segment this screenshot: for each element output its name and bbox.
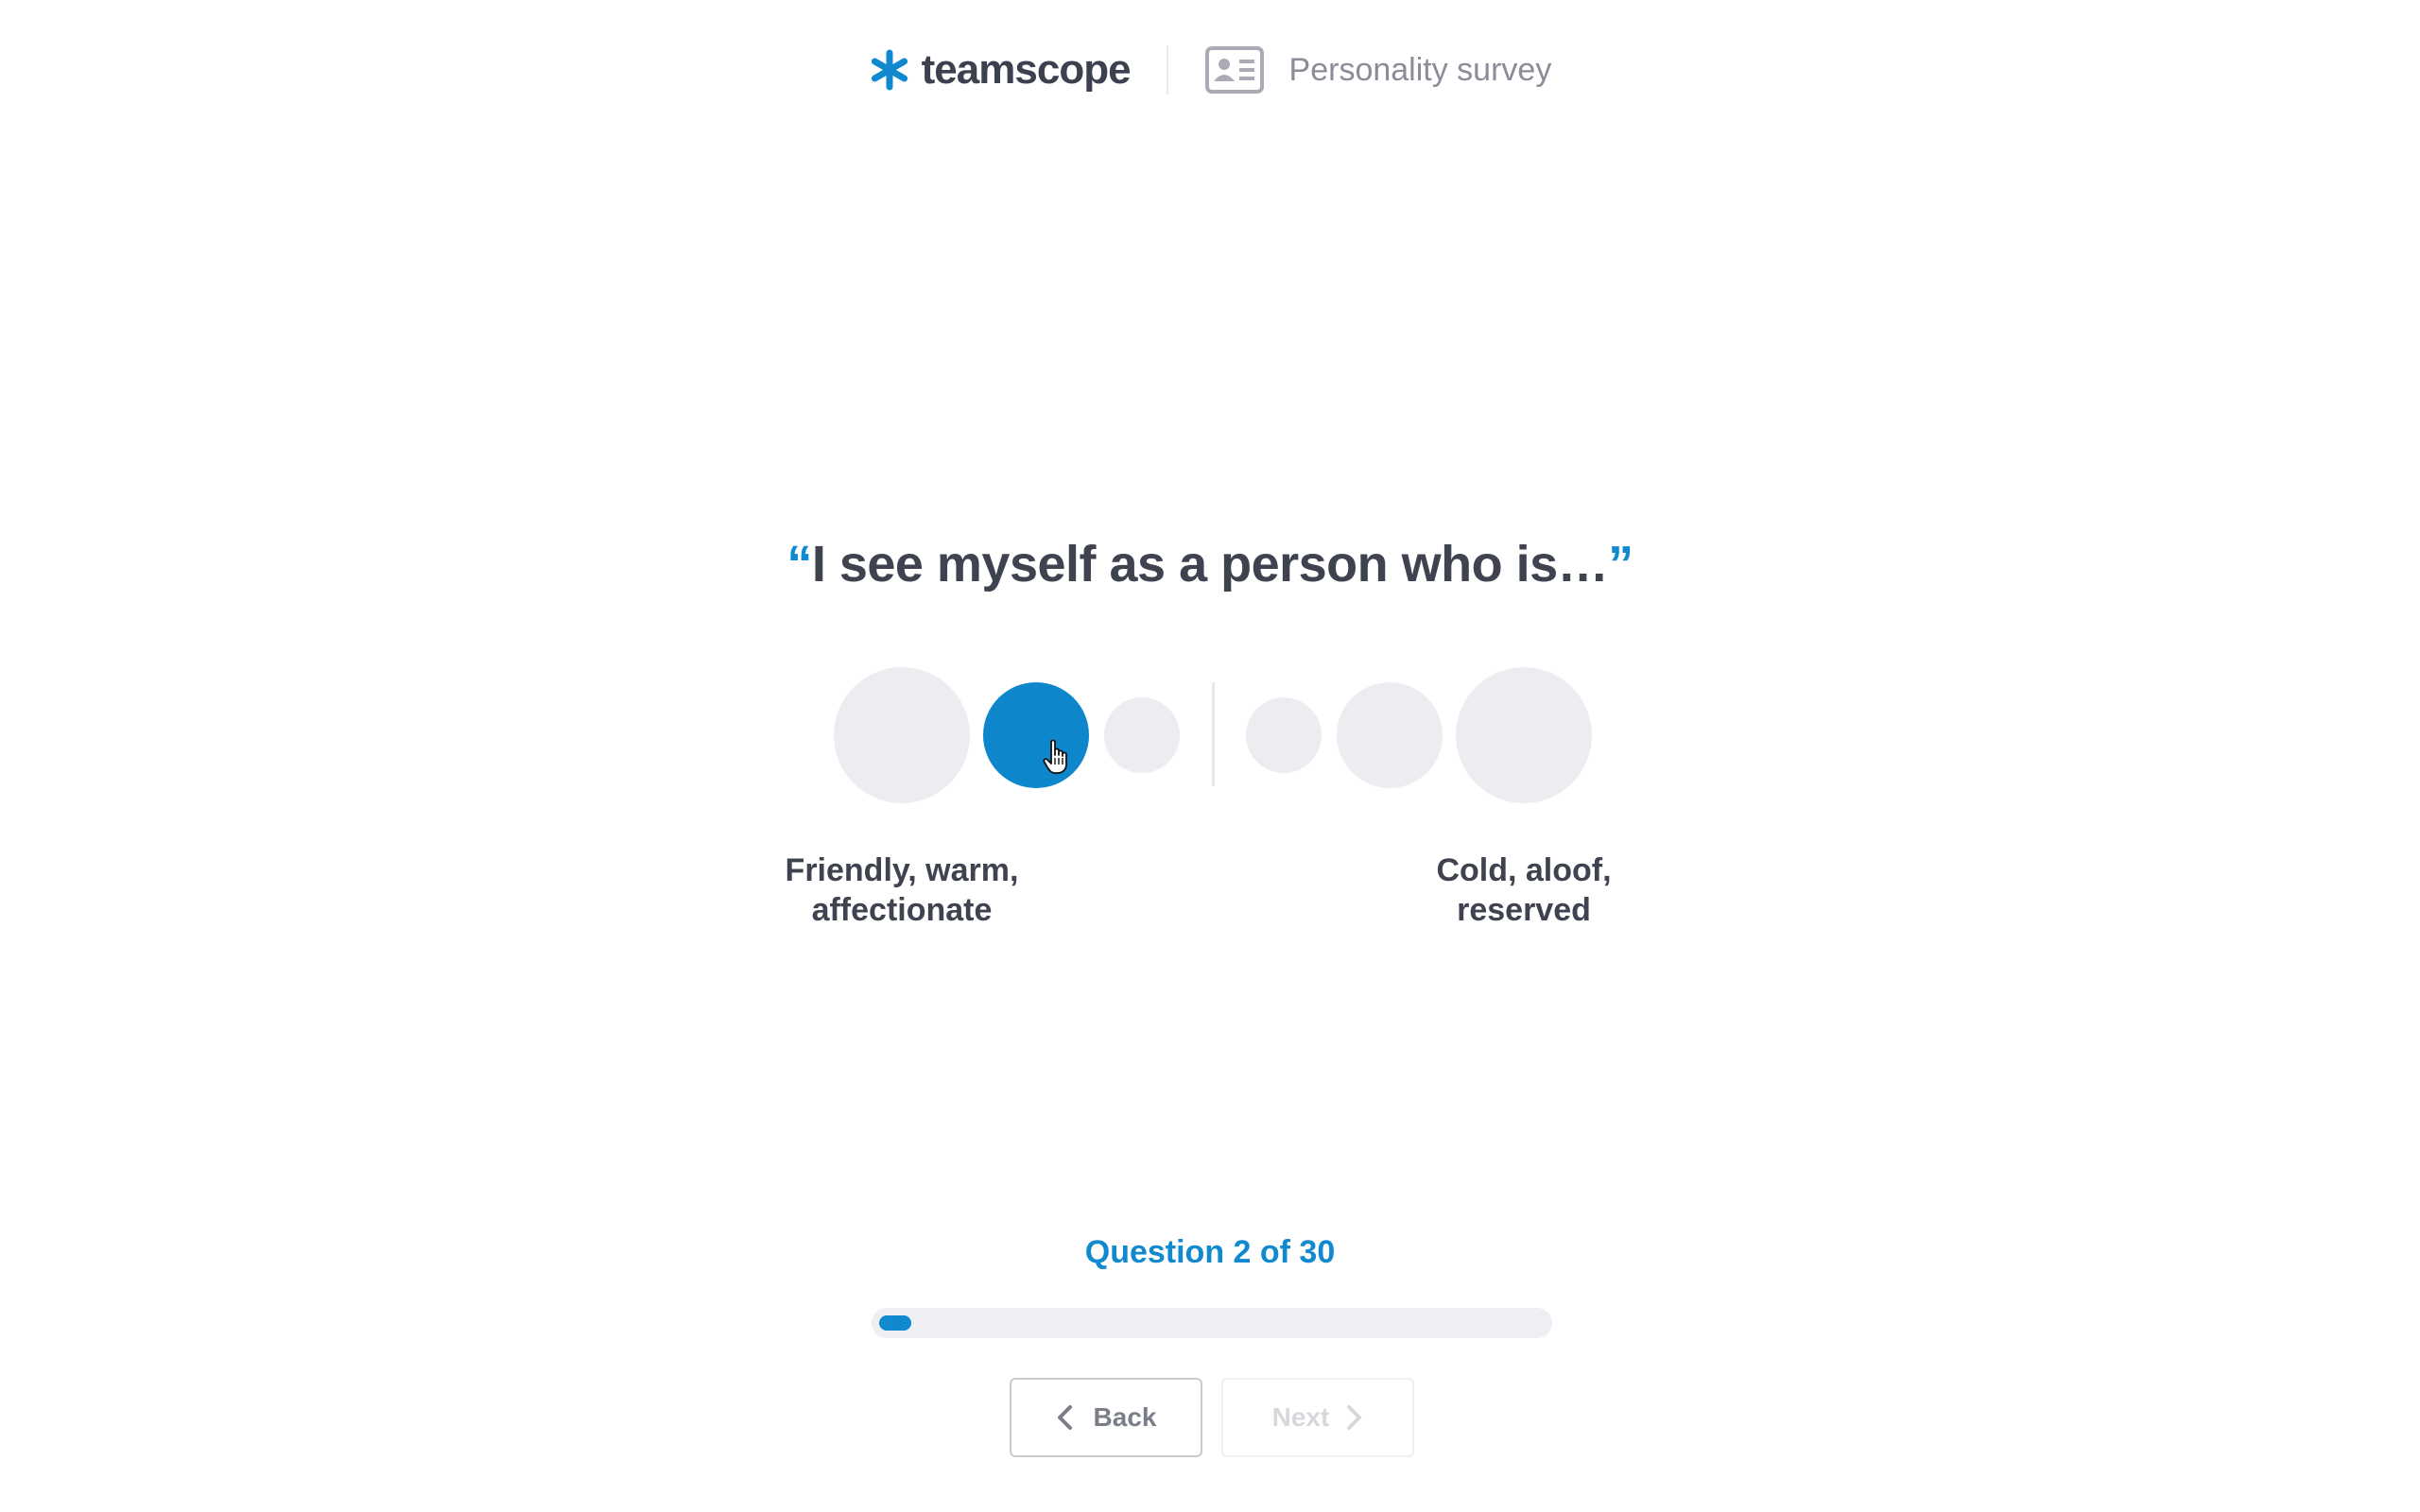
scale-option-1[interactable] [834, 667, 970, 803]
scale-option-5[interactable] [1337, 682, 1443, 788]
asterisk-icon [871, 49, 908, 91]
progress-label: Question 2 of 30 [1084, 1234, 1336, 1270]
chevron-right-icon [1347, 1405, 1362, 1430]
left-pole-line-2: affectionate [811, 892, 993, 928]
question-statement: I see myself as a person who is… [811, 536, 1609, 593]
id-card-icon [1204, 46, 1264, 94]
hand-cursor-icon [1043, 739, 1067, 774]
header-divider [1166, 45, 1168, 94]
progress-bar [872, 1308, 1552, 1338]
scale-option-2[interactable] [983, 682, 1089, 788]
back-button-label: Back [1093, 1402, 1157, 1432]
right-pole-line-2: reserved [1457, 892, 1591, 928]
question-text: “I see myself as a person who is…” [0, 535, 2420, 593]
close-quote: ” [1608, 536, 1634, 593]
scale-option-4[interactable] [1246, 697, 1322, 773]
right-pole-line-1: Cold, aloof, [1436, 852, 1612, 888]
scale-divider [1212, 682, 1215, 786]
next-button[interactable]: Next [1221, 1378, 1414, 1457]
scale-option-3[interactable] [1104, 697, 1180, 773]
progress-fill [879, 1315, 911, 1331]
right-pole-label: Cold, aloof, reserved [1373, 850, 1675, 930]
survey-title: Personality survey [1288, 51, 1552, 88]
next-button-label: Next [1271, 1402, 1330, 1432]
scale-option-6[interactable] [1456, 667, 1592, 803]
back-button[interactable]: Back [1010, 1378, 1202, 1457]
left-pole-label: Friendly, warm, affectionate [751, 850, 1053, 930]
brand-logo: teamscope [869, 46, 1132, 94]
chevron-left-icon [1057, 1405, 1072, 1430]
brand-name: teamscope [921, 46, 1132, 93]
header: teamscope Personality survey [0, 42, 2420, 98]
left-pole-line-1: Friendly, warm, [785, 852, 1019, 888]
survey-page: teamscope Personality survey “I see myse… [0, 0, 2420, 1512]
open-quote: “ [786, 536, 812, 593]
